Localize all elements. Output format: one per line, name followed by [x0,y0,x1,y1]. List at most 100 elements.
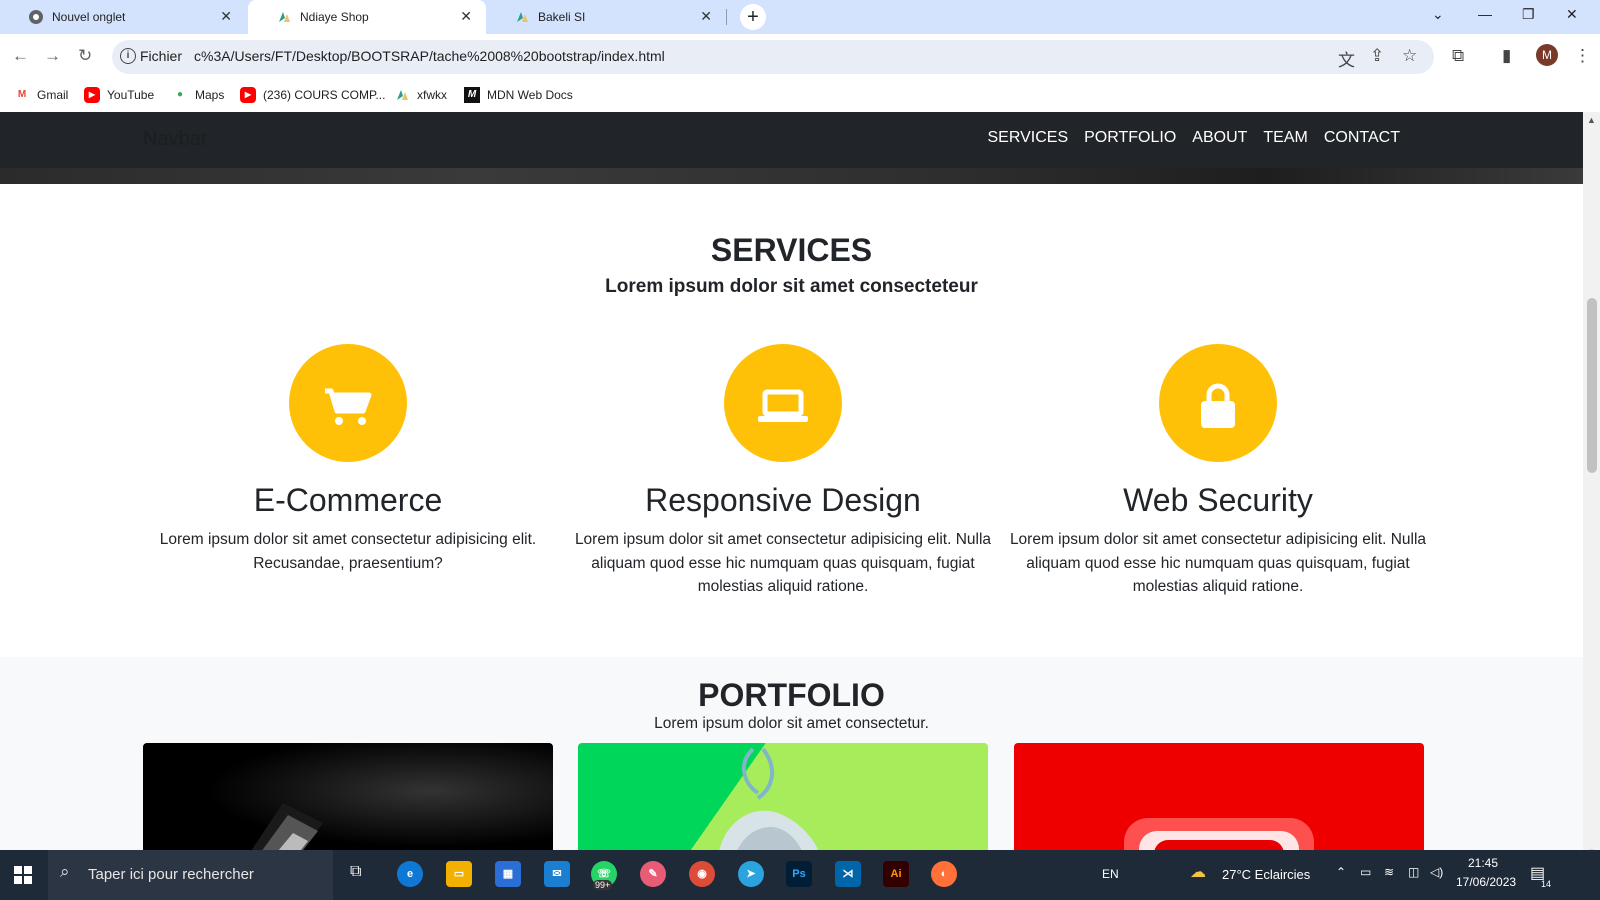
translate-icon[interactable]: 文 [1338,46,1355,71]
extensions-icon[interactable]: ⧉ [1452,46,1464,66]
gmail-icon: M [17,89,27,100]
nav-link-portfolio[interactable]: PORTFOLIO [1084,129,1176,147]
scroll-up-icon[interactable]: ▲ [1587,115,1596,125]
tab-strip: Nouvel onglet ✕ Ndiaye Shop ✕ Bakeli SI … [0,0,1600,34]
close-window-icon[interactable]: ✕ [1566,6,1578,23]
icon-circle [289,344,407,462]
clock-time[interactable]: 21:45 [1468,856,1498,870]
tab-new-tab[interactable]: Nouvel onglet ✕ [0,0,246,34]
portfolio-subtitle: Lorem ipsum dolor sit amet consectetur. [654,715,929,732]
tab-title: Nouvel onglet [52,10,126,24]
vscode-icon[interactable]: ⋊ [835,861,861,887]
service-text: Lorem ipsum dolor sit amet consectetur a… [574,531,992,595]
service-text: Lorem ipsum dolor sit amet consectetur a… [159,531,537,572]
search-icon: ⌕ [60,862,70,881]
portfolio-section: PORTFOLIO Lorem ipsum dolor sit amet con… [0,657,1583,860]
icon-circle [1159,344,1277,462]
bookmark-maps[interactable]: ● Maps [172,87,224,103]
tab-separator [726,9,727,25]
watch-image [245,803,323,860]
scrollbar-thumb[interactable] [1587,298,1597,473]
mail-icon[interactable]: ✉ [544,861,570,887]
services-subtitle: Lorem ipsum dolor sit amet consecteteur [605,276,978,297]
volume-icon[interactable]: ◁) [1430,865,1443,879]
service-card: Web Security Lorem ipsum dolor sit amet … [1008,344,1428,599]
youtube-icon: ▶ [84,87,100,103]
clock-date[interactable]: 17/06/2023 [1456,875,1516,889]
bookmark-xfwkx[interactable]: xfwkx [394,87,447,103]
illustrator-icon[interactable]: Ai [883,861,909,887]
chrome-icon[interactable]: ◉ [689,861,715,887]
reload-icon[interactable]: ↻ [78,46,92,66]
new-tab-button[interactable]: + [740,4,766,30]
tab-bakeli[interactable]: Bakeli SI ✕ [486,0,726,34]
browser-toolbar: ← → ↻ i Fichier c%3A/Users/FT/Desktop/BO… [0,34,1600,80]
address-bar[interactable]: i Fichier c%3A/Users/FT/Desktop/BOOTSRAP… [112,40,1434,74]
share-icon[interactable]: ⇪ [1370,46,1384,66]
bookmark-label: xfwkx [417,88,447,102]
cart-icon [325,388,372,425]
store-icon[interactable]: ▦ [495,861,521,887]
maps-icon: ● [176,89,184,100]
bookmarks-bar: M Gmail ▶ YouTube ● Maps ▶ (236) COURS C… [0,80,1600,112]
minimize-icon[interactable]: — [1478,6,1492,22]
firefox-icon[interactable]: ◐ [931,861,957,887]
service-title: E-Commerce [253,482,443,518]
taskbar-search[interactable]: ⌕ Taper ici pour rechercher [48,850,333,900]
bookmark-cours[interactable]: ▶ (236) COURS COMP... [240,87,385,103]
security-chip[interactable]: Fichier [140,48,182,64]
bookmark-youtube[interactable]: ▶ YouTube [84,87,154,103]
site-navbar: Navbar SERVICES PORTFOLIO ABOUT TEAM CON… [0,112,1583,168]
tab-ndiaye-shop[interactable]: Ndiaye Shop ✕ [248,0,486,34]
page-scrollbar[interactable]: ▲ ▼ [1583,112,1600,860]
telegram-icon[interactable]: ➤ [738,861,764,887]
bookmark-label: MDN Web Docs [487,88,573,102]
tab-search-icon[interactable]: ⌄ [1432,6,1444,23]
back-icon[interactable]: ← [12,46,29,66]
url-text[interactable]: c%3A/Users/FT/Desktop/BOOTSRAP/tache%200… [194,48,665,64]
services-title: SERVICES [710,232,873,268]
menu-icon[interactable]: ⋮ [1574,46,1591,66]
nav-link-team[interactable]: TEAM [1263,129,1307,147]
language-indicator[interactable]: EN [1102,867,1119,881]
close-icon[interactable]: ✕ [220,8,232,25]
tab-title: Ndiaye Shop [300,10,369,24]
restore-icon[interactable]: ❐ [1522,6,1535,23]
close-icon[interactable]: ✕ [460,8,472,25]
laptop-icon [758,389,808,422]
tab-title: Bakeli SI [538,10,586,24]
wifi-icon[interactable]: ≋ [1384,865,1394,879]
portfolio-image-sneaker[interactable] [578,743,988,860]
taskbar: ⌕ Taper ici pour rechercher ⧉ e ▭ ▦ ✉ ☏ … [0,850,1600,900]
meet-icon[interactable]: ◫ [1408,865,1419,879]
task-view-icon[interactable]: ⧉ [350,863,361,881]
nav-link-about[interactable]: ABOUT [1192,129,1247,147]
service-title: Web Security [1123,482,1313,518]
service-title: Responsive Design [645,482,921,518]
navbar-brand[interactable]: Navbar [143,128,207,151]
forward-icon[interactable]: → [44,46,61,66]
bookmark-mdn[interactable]: M MDN Web Docs [464,87,573,103]
battery-icon[interactable]: ▭ [1360,865,1371,879]
portfolio-image-watch[interactable] [143,743,553,860]
file-explorer-icon[interactable]: ▭ [446,861,472,887]
side-panel-icon[interactable]: ▮ [1502,46,1511,66]
nav-links: SERVICES PORTFOLIO ABOUT TEAM CONTACT [987,129,1400,147]
site-favicon-icon [517,12,528,22]
nav-link-contact[interactable]: CONTACT [1324,129,1400,147]
paint-icon[interactable]: ✎ [640,861,666,887]
bookmark-gmail[interactable]: M Gmail [14,87,69,103]
bookmark-star-icon[interactable]: ☆ [1402,46,1417,66]
service-card: Responsive Design Lorem ipsum dolor sit … [573,344,993,599]
edge-icon[interactable]: e [397,861,423,887]
windows-start-icon[interactable] [14,866,32,884]
avatar[interactable]: M [1536,44,1558,66]
weather-icon: ☁ [1190,864,1206,881]
close-icon[interactable]: ✕ [700,8,712,25]
nav-link-services[interactable]: SERVICES [987,129,1068,147]
tray-chevron-icon[interactable]: ⌃ [1336,865,1346,879]
portfolio-image-red[interactable] [1014,743,1424,860]
weather-text[interactable]: 27°C Eclaircies [1222,867,1310,882]
info-icon[interactable]: i [120,48,136,64]
photoshop-icon[interactable]: Ps [786,861,812,887]
